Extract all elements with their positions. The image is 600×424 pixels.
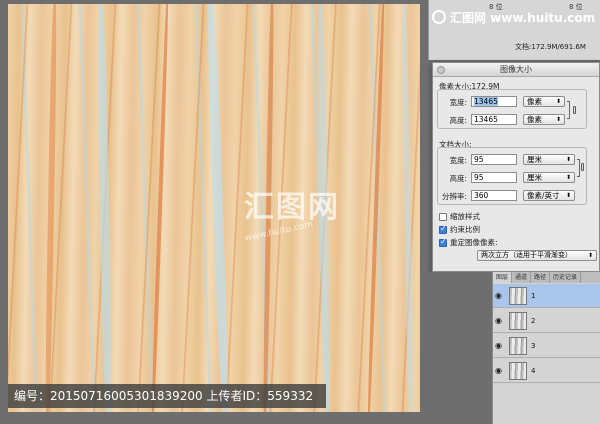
chain-link-icon [581,163,584,171]
pixel-height-input[interactable]: 13465 [471,114,517,125]
resolution-unit-select[interactable]: 像素/英寸 ⬍ [523,190,575,201]
height-label: 高度: [449,116,467,125]
chevron-updown-icon: ⬍ [555,98,561,105]
chevron-updown-icon: ⬍ [555,116,561,123]
image-id-caption: 编号：20150716005301839200 上传者ID：559332 [8,384,326,408]
link-bracket-icon [577,159,580,177]
tab-channels[interactable]: 通道 [512,272,532,283]
dialog-title: 图像大小 [500,65,532,74]
layer-thumbnail [509,311,527,330]
tab-paths[interactable]: 路径 [531,272,551,283]
chain-link-icon [573,106,576,114]
scale-styles-label: 缩放样式 [450,212,480,221]
image-size-dialog: 图像大小 像素大小:172.9M 宽度: 13465 像素 ⬍ 高度: 13465… [432,62,600,272]
layer-row[interactable]: ◉ 3 [493,334,600,358]
info-doc-size: 文档:172.9M/691.6M [515,43,586,51]
width-label: 宽度: [449,98,467,107]
scale-styles-row[interactable]: 缩放样式 [439,211,480,222]
layer-row[interactable]: ◉ 2 [493,309,600,333]
pixel-width-unit-select[interactable]: 像素 ⬍ [523,96,565,107]
layer-row[interactable]: ◉ 1 [493,284,600,308]
layers-panel: 图层 通道 路径 历史记录 ◉ 1 ◉ 2 ◉ 3 ◉ 4 [492,272,600,424]
canvas-area: 汇图网 www.huitu.com [0,0,428,424]
chevron-updown-icon: ⬍ [565,192,571,199]
resample-row[interactable]: 重定图像像素: [439,237,498,248]
wood-texture-canvas[interactable]: 汇图网 www.huitu.com [8,4,420,412]
eye-icon[interactable]: ◉ [495,316,507,325]
doc-width-input[interactable]: 95 [471,154,517,165]
doc-width-unit-select[interactable]: 厘米 ⬍ [523,154,575,165]
center-watermark: 汇图网 www.huitu.com [244,182,340,252]
chevron-updown-icon: ⬍ [565,174,571,181]
layer-thumbnail [509,286,527,305]
eye-icon[interactable]: ◉ [495,341,507,350]
link-bracket-icon [567,101,570,119]
resample-checkbox[interactable] [439,237,447,247]
layer-row[interactable]: ◉ 4 [493,359,600,383]
layer-name: 3 [531,341,536,350]
resample-method-select[interactable]: 两次立方（适用于平滑渐变） ⬍ [477,250,597,261]
layer-thumbnail [509,336,527,355]
dialog-title-bar[interactable]: 图像大小 [433,63,599,77]
layer-name: 2 [531,316,536,325]
layer-name: 1 [531,291,536,300]
logo-icon [432,10,446,24]
site-logo: 汇图网 www.huitu.com [432,6,600,28]
doc-height-unit-select[interactable]: 厘米 ⬍ [523,172,575,183]
doc-height-input[interactable]: 95 [471,172,517,183]
pixel-height-unit-select[interactable]: 像素 ⬍ [523,114,565,125]
panel-gutter [428,272,492,424]
constrain-proportions-checkbox[interactable] [439,224,447,234]
close-icon[interactable] [437,66,445,74]
resample-label: 重定图像像素: [450,238,498,247]
pixel-width-input[interactable]: 13465 [471,96,517,107]
constrain-proportions-label: 约束比例 [450,225,480,234]
resolution-input[interactable]: 360 [471,190,517,201]
layers-panel-tabs: 图层 通道 路径 历史记录 [493,272,600,283]
doc-width-label: 宽度: [449,156,467,165]
eye-icon[interactable]: ◉ [495,291,507,300]
layer-name: 4 [531,366,536,375]
chevron-updown-icon: ⬍ [565,156,571,163]
doc-height-label: 高度: [449,174,467,183]
eye-icon[interactable]: ◉ [495,366,507,375]
constrain-proportions-row[interactable]: 约束比例 [439,224,480,235]
tab-layers[interactable]: 图层 [493,272,513,283]
tab-history[interactable]: 历史记录 [550,272,582,283]
scale-styles-checkbox[interactable] [439,212,447,221]
site-logo-text: 汇图网 www.huitu.com [450,10,596,25]
layer-thumbnail [509,361,527,380]
resolution-label: 分辨率: [441,192,467,201]
chevron-updown-icon: ⬍ [587,252,593,259]
